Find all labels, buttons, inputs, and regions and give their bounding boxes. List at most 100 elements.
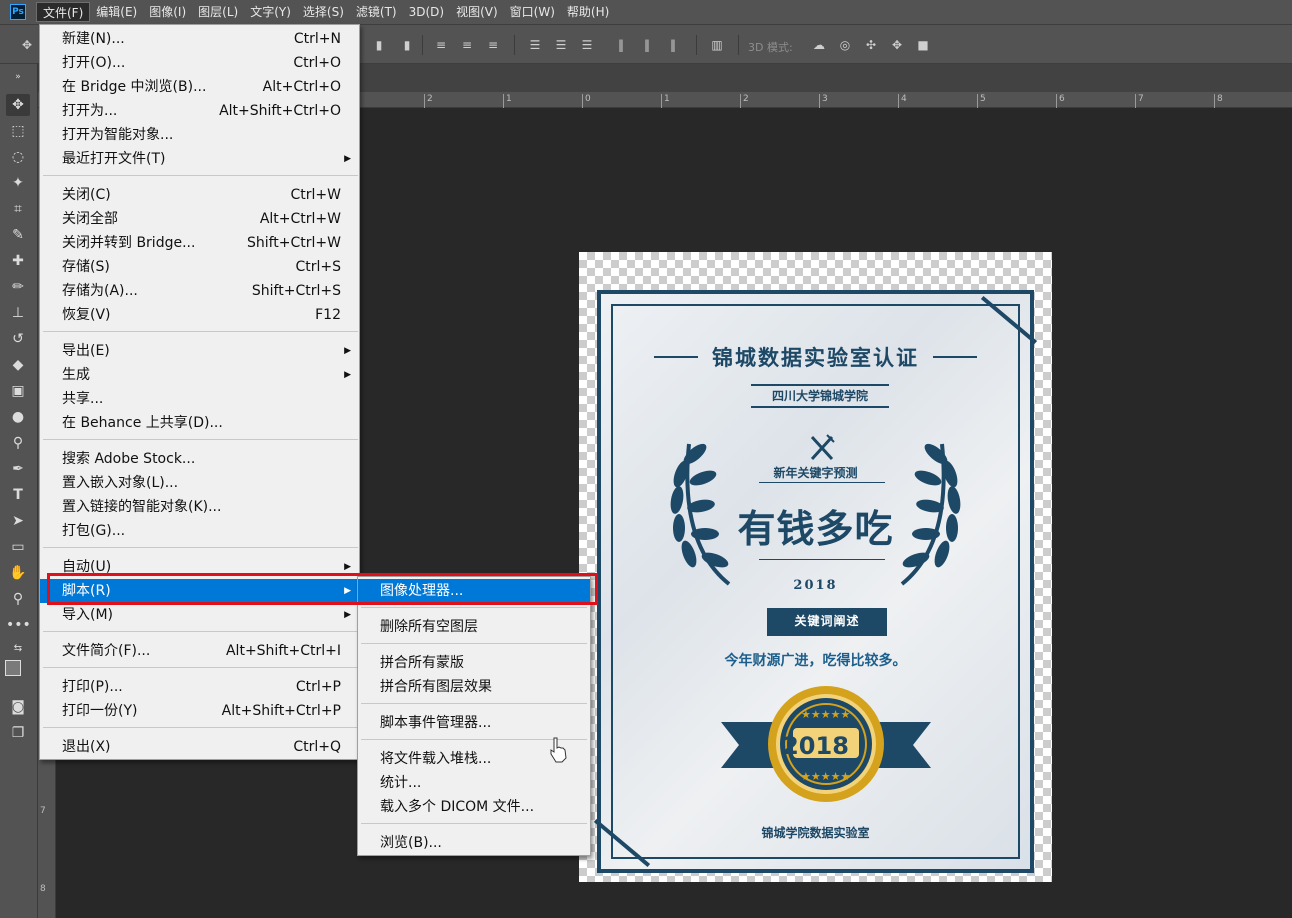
menu-item-package[interactable]: 打包(G)... bbox=[40, 519, 359, 543]
menu-item-new[interactable]: 新建(N)... Ctrl+N bbox=[40, 27, 359, 51]
submenu-item-delete-empty-layers[interactable]: 删除所有空图层 bbox=[358, 615, 590, 639]
menu-image[interactable]: 图像(I) bbox=[143, 2, 192, 22]
document-canvas[interactable]: 锦城数据实验室认证 四川大学锦城学院 新年关键字预测 有钱多吃 2018 关键词… bbox=[579, 252, 1052, 882]
move-tool-option-icon[interactable]: ✥ bbox=[20, 38, 34, 52]
menu-item-export[interactable]: 导出(E) ▶ bbox=[40, 339, 359, 363]
clone-stamp-tool-icon[interactable]: ⊥ bbox=[6, 302, 30, 324]
type-tool-icon[interactable]: T bbox=[6, 484, 30, 506]
crop-tool-icon[interactable]: ⌗ bbox=[6, 198, 30, 220]
menu-item-automate[interactable]: 自动(U) ▶ bbox=[40, 555, 359, 579]
dodge-tool-icon[interactable]: ⚲ bbox=[6, 432, 30, 454]
title-line bbox=[933, 356, 977, 358]
menu-item-label: 文件简介(F)... bbox=[62, 643, 151, 659]
menu-item-file-info[interactable]: 文件简介(F)... Alt+Shift+Ctrl+I bbox=[40, 639, 359, 663]
menu-item-generate[interactable]: 生成 ▶ bbox=[40, 363, 359, 387]
menu-help[interactable]: 帮助(H) bbox=[561, 2, 615, 22]
submenu-item-flatten-all-masks[interactable]: 拼合所有蒙版 bbox=[358, 651, 590, 675]
quick-mask-icon[interactable]: ◙ bbox=[6, 696, 30, 718]
submenu-item-load-multiple-dicom[interactable]: 载入多个 DICOM 文件... bbox=[358, 795, 590, 819]
distribute-top-icon[interactable]: ☰ bbox=[528, 38, 542, 52]
submenu-item-browse[interactable]: 浏览(B)... bbox=[358, 831, 590, 855]
menu-file[interactable]: 文件(F) bbox=[36, 2, 91, 22]
menu-item-label: 存储(S) bbox=[62, 259, 110, 275]
auto-align-icon[interactable]: ▥ bbox=[710, 38, 724, 52]
menu-item-search-adobe-stock[interactable]: 搜索 Adobe Stock... bbox=[40, 447, 359, 471]
separator bbox=[738, 35, 739, 55]
submenu-item-label: 脚本事件管理器... bbox=[380, 715, 492, 731]
submenu-item-statistics[interactable]: 统计... bbox=[358, 771, 590, 795]
menu-item-scripts[interactable]: 脚本(R) ▶ bbox=[40, 579, 359, 603]
3d-roll-icon[interactable]: ◎ bbox=[838, 38, 852, 52]
menu-3d[interactable]: 3D(D) bbox=[403, 2, 450, 22]
menu-item-close-and-go-to-bridge[interactable]: 关闭并转到 Bridge... Shift+Ctrl+W bbox=[40, 231, 359, 255]
menu-type[interactable]: 文字(Y) bbox=[244, 2, 297, 22]
menu-item-shortcut: Alt+Shift+Ctrl+I bbox=[225, 643, 341, 659]
rectangle-tool-icon[interactable]: ▭ bbox=[6, 536, 30, 558]
menu-view[interactable]: 视图(V) bbox=[450, 2, 504, 22]
menu-item-close[interactable]: 关闭(C) Ctrl+W bbox=[40, 183, 359, 207]
marquee-tool-icon[interactable]: ⬚ bbox=[6, 120, 30, 142]
eyedropper-tool-icon[interactable]: ✎ bbox=[6, 224, 30, 246]
lasso-tool-icon[interactable]: ◌ bbox=[6, 146, 30, 168]
3d-slide-icon[interactable]: ✥ bbox=[890, 38, 904, 52]
menu-item-share-on-behance[interactable]: 在 Behance 上共享(D)... bbox=[40, 411, 359, 435]
menu-item-place-linked[interactable]: 置入链接的智能对象(K)... bbox=[40, 495, 359, 519]
menu-item-open-as[interactable]: 打开为... Alt+Shift+Ctrl+O bbox=[40, 99, 359, 123]
menu-item-label: 导入(M) bbox=[62, 607, 114, 623]
path-selection-tool-icon[interactable]: ➤ bbox=[6, 510, 30, 532]
pen-tool-icon[interactable]: ✒ bbox=[6, 458, 30, 480]
align-bottom-icon[interactable]: ▮ bbox=[400, 38, 414, 52]
ruler-tick: 2 bbox=[740, 94, 749, 108]
menu-select[interactable]: 选择(S) bbox=[297, 2, 350, 22]
menu-item-label: 新建(N)... bbox=[62, 31, 125, 47]
submenu-item-image-processor[interactable]: 图像处理器... bbox=[358, 579, 590, 603]
foreground-color-swatch[interactable] bbox=[5, 660, 21, 676]
zoom-tool-icon[interactable]: ⚲ bbox=[6, 588, 30, 610]
brush-tool-icon[interactable]: ✏ bbox=[6, 276, 30, 298]
3d-orbit-icon[interactable]: ☁ bbox=[812, 38, 826, 52]
gradient-tool-icon[interactable]: ▣ bbox=[6, 380, 30, 402]
blur-tool-icon[interactable]: ● bbox=[6, 406, 30, 428]
align-right-icon[interactable]: ≡ bbox=[486, 38, 500, 52]
3d-pan-icon[interactable]: ✣ bbox=[864, 38, 878, 52]
distribute-right-icon[interactable]: ‖ bbox=[666, 38, 680, 52]
menu-item-print[interactable]: 打印(P)... Ctrl+P bbox=[40, 675, 359, 699]
menu-edit[interactable]: 编辑(E) bbox=[90, 2, 143, 22]
menu-item-exit[interactable]: 退出(X) Ctrl+Q bbox=[40, 735, 359, 759]
magic-wand-tool-icon[interactable]: ✦ bbox=[6, 172, 30, 194]
align-center-icon[interactable]: ≡ bbox=[460, 38, 474, 52]
menu-item-open[interactable]: 打开(O)... Ctrl+O bbox=[40, 51, 359, 75]
distribute-left-icon[interactable]: ‖ bbox=[614, 38, 628, 52]
menu-item-open-recent[interactable]: 最近打开文件(T) ▶ bbox=[40, 147, 359, 171]
distribute-middle-icon[interactable]: ☰ bbox=[554, 38, 568, 52]
move-tool-icon[interactable]: ✥ bbox=[6, 94, 30, 116]
history-brush-tool-icon[interactable]: ↺ bbox=[6, 328, 30, 350]
menu-window[interactable]: 窗口(W) bbox=[504, 2, 561, 22]
menu-item-share[interactable]: 共享... bbox=[40, 387, 359, 411]
menu-item-open-as-smart-object[interactable]: 打开为智能对象... bbox=[40, 123, 359, 147]
menu-item-revert[interactable]: 恢复(V) F12 bbox=[40, 303, 359, 327]
menu-item-browse-in-bridge[interactable]: 在 Bridge 中浏览(B)... Alt+Ctrl+O bbox=[40, 75, 359, 99]
screen-mode-icon[interactable]: ❐ bbox=[6, 722, 30, 744]
menu-item-save[interactable]: 存储(S) Ctrl+S bbox=[40, 255, 359, 279]
collapse-panel-icon[interactable]: » bbox=[6, 66, 30, 88]
menu-item-import[interactable]: 导入(M) ▶ bbox=[40, 603, 359, 627]
menu-item-save-as[interactable]: 存储为(A)... Shift+Ctrl+S bbox=[40, 279, 359, 303]
align-top-icon[interactable]: ▮ bbox=[372, 38, 386, 52]
menu-item-place-embedded[interactable]: 置入嵌入对象(L)... bbox=[40, 471, 359, 495]
menu-layer[interactable]: 图层(L) bbox=[192, 2, 244, 22]
distribute-bottom-icon[interactable]: ☰ bbox=[580, 38, 594, 52]
submenu-item-flatten-all-layer-effects[interactable]: 拼合所有图层效果 bbox=[358, 675, 590, 699]
menu-item-print-one-copy[interactable]: 打印一份(Y) Alt+Shift+Ctrl+P bbox=[40, 699, 359, 723]
submenu-item-script-events-manager[interactable]: 脚本事件管理器... bbox=[358, 711, 590, 735]
hand-tool-icon[interactable]: ✋ bbox=[6, 562, 30, 584]
swap-colors-icon[interactable]: ⇆ bbox=[6, 638, 30, 660]
menu-item-close-all[interactable]: 关闭全部 Alt+Ctrl+W bbox=[40, 207, 359, 231]
eraser-tool-icon[interactable]: ◆ bbox=[6, 354, 30, 376]
more-tools-icon[interactable]: ••• bbox=[6, 614, 31, 636]
align-left-icon[interactable]: ≡ bbox=[434, 38, 448, 52]
healing-brush-tool-icon[interactable]: ✚ bbox=[6, 250, 30, 272]
menu-filter[interactable]: 滤镜(T) bbox=[350, 2, 403, 22]
3d-scale-icon[interactable]: ■ bbox=[916, 38, 930, 52]
distribute-center-icon[interactable]: ‖ bbox=[640, 38, 654, 52]
